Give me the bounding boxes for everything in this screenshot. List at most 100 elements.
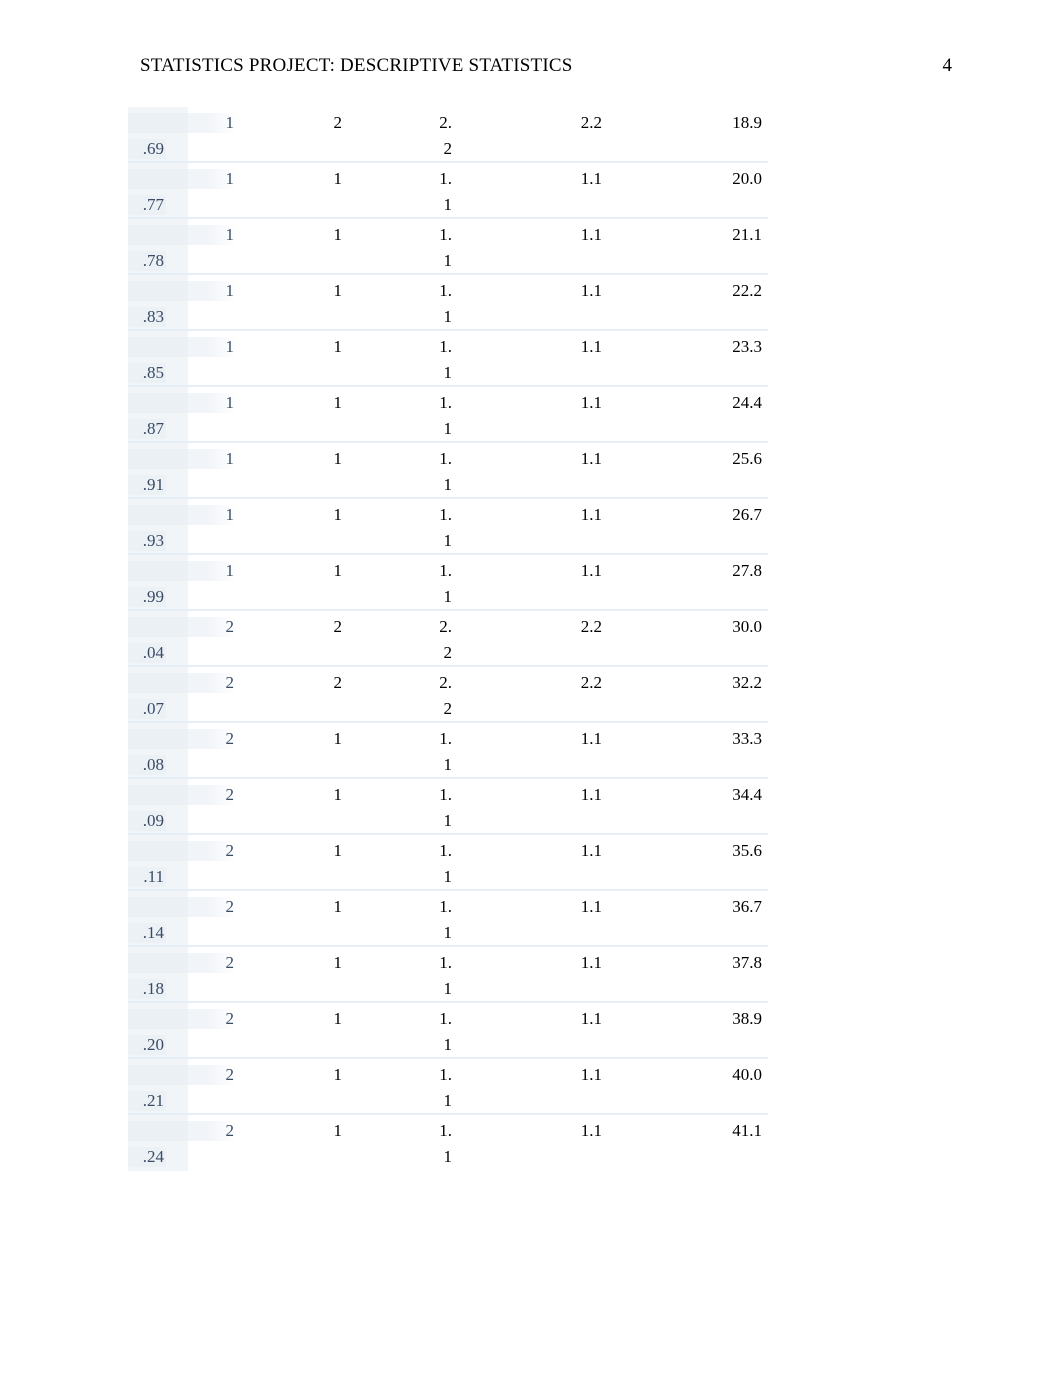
value-col1-decimal: .18 — [128, 979, 166, 999]
percent-col-decimal: 2 — [346, 139, 456, 159]
value-col1-integer: 2 — [128, 1009, 238, 1029]
frequency-col: 1 — [238, 505, 346, 525]
percent-col-integer: 1. — [346, 561, 456, 581]
table-row: 1.7711.11.120.0 — [128, 163, 768, 219]
frequency-col: 1 — [238, 841, 346, 861]
table-row: 1.8311.11.122.2 — [128, 275, 768, 331]
value-col1-decimal: .99 — [128, 587, 166, 607]
table-row: 1.9911.11.127.8 — [128, 555, 768, 611]
value-col1-integer: 2 — [128, 785, 238, 805]
cumulative-percent-col: 37.8 — [606, 953, 766, 973]
value-col1-decimal: .21 — [128, 1091, 166, 1111]
valid-percent-col: 2.2 — [456, 673, 606, 693]
valid-percent-col: 2.2 — [456, 113, 606, 133]
table-row: 1.8711.11.124.4 — [128, 387, 768, 443]
value-col1-integer: 1 — [128, 281, 238, 301]
value-col1-integer: 1 — [128, 505, 238, 525]
value-col1-decimal: .20 — [128, 1035, 166, 1055]
valid-percent-col: 2.2 — [456, 617, 606, 637]
valid-percent-col: 1.1 — [456, 1121, 606, 1141]
frequency-col: 1 — [238, 953, 346, 973]
cumulative-percent-col: 34.4 — [606, 785, 766, 805]
percent-col-integer: 1. — [346, 1009, 456, 1029]
frequency-col: 1 — [238, 449, 346, 469]
value-col1-decimal: .93 — [128, 531, 166, 551]
value-col1-integer: 2 — [128, 1065, 238, 1085]
percent-col-decimal: 1 — [346, 979, 456, 999]
value-col1-integer: 2 — [128, 617, 238, 637]
percent-col-decimal: 1 — [346, 755, 456, 775]
percent-col-integer: 1. — [346, 225, 456, 245]
value-col1-integer: 1 — [128, 113, 238, 133]
value-col1-integer: 1 — [128, 337, 238, 357]
percent-col-integer: 1. — [346, 169, 456, 189]
value-col1-decimal: .09 — [128, 811, 166, 831]
document-page: STATISTICS PROJECT: DESCRIPTIVE STATISTI… — [0, 0, 1062, 1376]
cumulative-percent-col: 40.0 — [606, 1065, 766, 1085]
cumulative-percent-col: 33.3 — [606, 729, 766, 749]
valid-percent-col: 1.1 — [456, 841, 606, 861]
value-col1-integer: 2 — [128, 1121, 238, 1141]
percent-col-integer: 1. — [346, 729, 456, 749]
table-row: 2.1111.11.135.6 — [128, 835, 768, 891]
valid-percent-col: 1.1 — [456, 225, 606, 245]
cumulative-percent-col: 36.7 — [606, 897, 766, 917]
percent-col-integer: 1. — [346, 281, 456, 301]
valid-percent-col: 1.1 — [456, 505, 606, 525]
table-row: 1.8511.11.123.3 — [128, 331, 768, 387]
page-number: 4 — [943, 55, 953, 77]
valid-percent-col: 1.1 — [456, 785, 606, 805]
value-col1-integer: 1 — [128, 169, 238, 189]
percent-col-decimal: 1 — [346, 531, 456, 551]
percent-col-decimal: 1 — [346, 1035, 456, 1055]
percent-col-integer: 1. — [346, 505, 456, 525]
frequency-table: 1.6922.22.218.91.7711.11.120.01.7811.11.… — [128, 107, 768, 1171]
table-row: 2.0722.22.232.2 — [128, 667, 768, 723]
cumulative-percent-col: 35.6 — [606, 841, 766, 861]
frequency-col: 1 — [238, 729, 346, 749]
valid-percent-col: 1.1 — [456, 449, 606, 469]
cumulative-percent-col: 22.2 — [606, 281, 766, 301]
value-col1-decimal: .85 — [128, 363, 166, 383]
frequency-col: 1 — [238, 1065, 346, 1085]
table-row: 1.9111.11.125.6 — [128, 443, 768, 499]
value-col1-decimal: .91 — [128, 475, 166, 495]
percent-col-decimal: 1 — [346, 419, 456, 439]
percent-col-integer: 2. — [346, 617, 456, 637]
value-col1-decimal: .69 — [128, 139, 166, 159]
value-col1-decimal: .77 — [128, 195, 166, 215]
table-row: 2.2111.11.140.0 — [128, 1059, 768, 1115]
page-header: STATISTICS PROJECT: DESCRIPTIVE STATISTI… — [100, 55, 962, 77]
percent-col-decimal: 1 — [346, 307, 456, 327]
value-col1-decimal: .78 — [128, 251, 166, 271]
value-col1-decimal: .87 — [128, 419, 166, 439]
percent-col-integer: 1. — [346, 897, 456, 917]
frequency-col: 1 — [238, 561, 346, 581]
value-col1-decimal: .04 — [128, 643, 166, 663]
cumulative-percent-col: 23.3 — [606, 337, 766, 357]
percent-col-integer: 1. — [346, 785, 456, 805]
value-col1-decimal: .83 — [128, 307, 166, 327]
percent-col-integer: 1. — [346, 953, 456, 973]
value-col1-decimal: .08 — [128, 755, 166, 775]
valid-percent-col: 1.1 — [456, 1009, 606, 1029]
cumulative-percent-col: 24.4 — [606, 393, 766, 413]
valid-percent-col: 1.1 — [456, 1065, 606, 1085]
percent-col-integer: 1. — [346, 841, 456, 861]
valid-percent-col: 1.1 — [456, 337, 606, 357]
table-row: 2.2011.11.138.9 — [128, 1003, 768, 1059]
cumulative-percent-col: 25.6 — [606, 449, 766, 469]
percent-col-decimal: 2 — [346, 643, 456, 663]
value-col1-integer: 2 — [128, 673, 238, 693]
table-row: 2.0422.22.230.0 — [128, 611, 768, 667]
cumulative-percent-col: 30.0 — [606, 617, 766, 637]
frequency-col: 1 — [238, 1121, 346, 1141]
valid-percent-col: 1.1 — [456, 953, 606, 973]
valid-percent-col: 1.1 — [456, 729, 606, 749]
table-row: 1.7811.11.121.1 — [128, 219, 768, 275]
table-row: 2.1411.11.136.7 — [128, 891, 768, 947]
percent-col-decimal: 1 — [346, 251, 456, 271]
percent-col-integer: 1. — [346, 337, 456, 357]
percent-col-integer: 1. — [346, 449, 456, 469]
table-row: 2.0811.11.133.3 — [128, 723, 768, 779]
